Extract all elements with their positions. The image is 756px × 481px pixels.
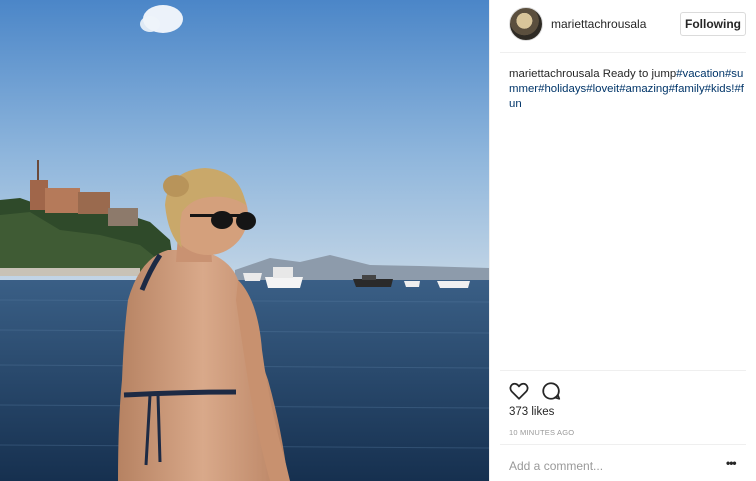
hashtag-link[interactable]: #vacation: [676, 68, 725, 80]
hashtag-link[interactable]: #family: [669, 83, 705, 95]
following-button[interactable]: Following: [680, 12, 746, 36]
hashtag-link[interactable]: #holidays: [538, 83, 586, 95]
post-side-panel: mariettachrousala Following mariettachro…: [489, 0, 756, 481]
header-divider: [500, 52, 746, 53]
likes-count[interactable]: 373 likes: [509, 406, 554, 418]
more-options-icon[interactable]: •••: [726, 456, 737, 470]
comment-input[interactable]: [509, 457, 714, 475]
header-username[interactable]: mariettachrousala: [551, 17, 646, 31]
hashtag-link[interactable]: #amazing: [619, 83, 668, 95]
caption-username[interactable]: mariettachrousala: [509, 68, 600, 80]
post-timestamp: 10 MINUTES AGO: [509, 428, 575, 437]
post-photo[interactable]: [0, 0, 489, 481]
avatar[interactable]: [509, 7, 543, 41]
post-caption: mariettachrousala Ready to jump#vacation…: [509, 67, 747, 112]
caption-text: Ready to jump: [602, 68, 677, 80]
actions-divider: [500, 370, 746, 371]
comment-bubble-icon[interactable]: [540, 380, 562, 402]
post-header: mariettachrousala Following: [490, 0, 756, 52]
comment-divider: [500, 444, 746, 445]
hashtag-link[interactable]: #loveit: [586, 83, 619, 95]
heart-icon[interactable]: [508, 380, 530, 402]
hashtag-link[interactable]: #kids!: [705, 83, 735, 95]
vacation-photo: [0, 0, 489, 481]
